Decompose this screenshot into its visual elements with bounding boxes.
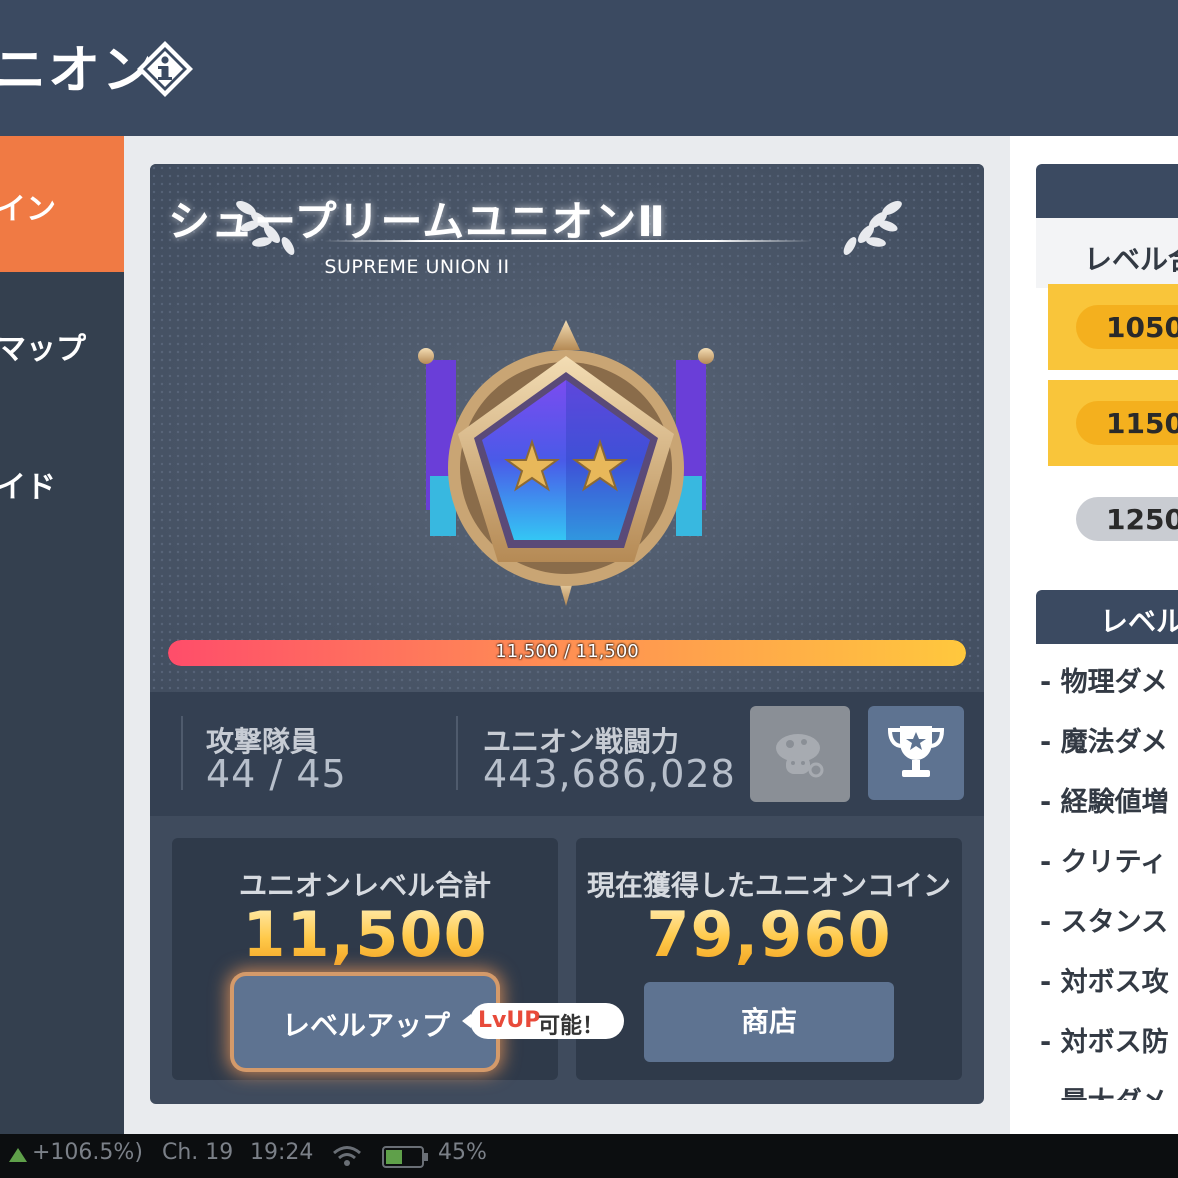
sidebar: イン マップ イド <box>0 136 124 1134</box>
title-underline <box>324 240 812 242</box>
bonus-item: - 対ボス攻 <box>1040 967 1169 998</box>
sidebar-item-label: イド <box>0 470 56 505</box>
status-change: +106.5%) <box>32 1140 143 1165</box>
level-pill-value: 1250 <box>1106 503 1178 536</box>
level-pill: 1250 <box>1076 497 1178 541</box>
level-total-column-header: レベル合 <box>1036 218 1178 288</box>
level-reward-header <box>1036 164 1178 218</box>
column-header-label: レベル合 <box>1084 243 1178 276</box>
divider <box>456 716 458 790</box>
status-channel: Ch. 19 <box>162 1140 234 1165</box>
level-pill-value: 1050 <box>1106 311 1178 344</box>
up-arrow-icon <box>9 1148 27 1162</box>
badge-tail <box>462 1014 471 1028</box>
members-value: 44 / 45 <box>206 752 347 796</box>
divider <box>181 716 183 790</box>
bonus-item: - スタンス <box>1040 907 1169 938</box>
sidebar-item-guide[interactable]: イド <box>0 414 124 550</box>
union-character-button[interactable] <box>750 706 850 802</box>
mushroom-icon <box>776 734 824 778</box>
status-time: 19:24 <box>250 1140 314 1165</box>
badge-available-text: 可能！ <box>538 1014 605 1039</box>
ranking-trophy-button[interactable] <box>868 706 964 800</box>
level-bonus-header: レベル <box>1036 590 1178 644</box>
bonus-item: - 経験値増 <box>1040 787 1169 818</box>
level-up-button-label: レベルアップ <box>282 1009 451 1042</box>
bonus-item: - 対ボス防 <box>1040 1027 1169 1058</box>
coin-value: 79,960 <box>576 898 962 971</box>
union-exp-text: 11,500 / 11,500 <box>495 641 639 662</box>
rank-subtitle: SUPREME UNION II <box>324 256 510 278</box>
trophy-icon <box>887 726 945 777</box>
info-icon[interactable] <box>134 38 196 100</box>
level-up-available-badge: LvUP 可能！ <box>462 1003 624 1039</box>
level-total-value: 11,500 <box>172 898 558 971</box>
level-pill: 1150 <box>1076 401 1178 445</box>
shop-button[interactable]: 商店 <box>644 982 894 1062</box>
status-battery: 45% <box>438 1140 487 1165</box>
sidebar-item-label: マップ <box>0 332 86 367</box>
level-up-button[interactable]: レベルアップ <box>234 976 496 1068</box>
battery-icon <box>382 1146 428 1168</box>
level-pill: 1050 <box>1076 305 1178 349</box>
bonus-item: - 魔法ダメ <box>1040 727 1168 758</box>
bonus-header-label: レベル <box>1100 605 1178 638</box>
status-bar: +106.5%) Ch. 19 19:24 45% <box>0 1134 1178 1178</box>
bonus-item: - 物理ダメ <box>1040 667 1168 698</box>
bonus-item: - 最大ダメ <box>1040 1080 1178 1100</box>
level-reward-row[interactable]: 1150 <box>1048 380 1178 466</box>
wifi-icon <box>333 1146 361 1166</box>
power-value: 443,686,028 <box>483 752 736 796</box>
level-pill-value: 1150 <box>1106 407 1178 440</box>
bonus-item: - クリティ <box>1040 847 1167 878</box>
level-reward-row[interactable]: 1250 <box>1048 476 1178 562</box>
header-bar: ニオン <box>0 0 1178 136</box>
rank-medal-icon <box>418 320 714 606</box>
badge-lvup-text: LvUP <box>478 1008 541 1033</box>
page-title: ニオン <box>0 41 157 101</box>
sidebar-item-map[interactable]: マップ <box>0 276 124 412</box>
level-reward-row[interactable]: 1050 <box>1048 284 1178 370</box>
